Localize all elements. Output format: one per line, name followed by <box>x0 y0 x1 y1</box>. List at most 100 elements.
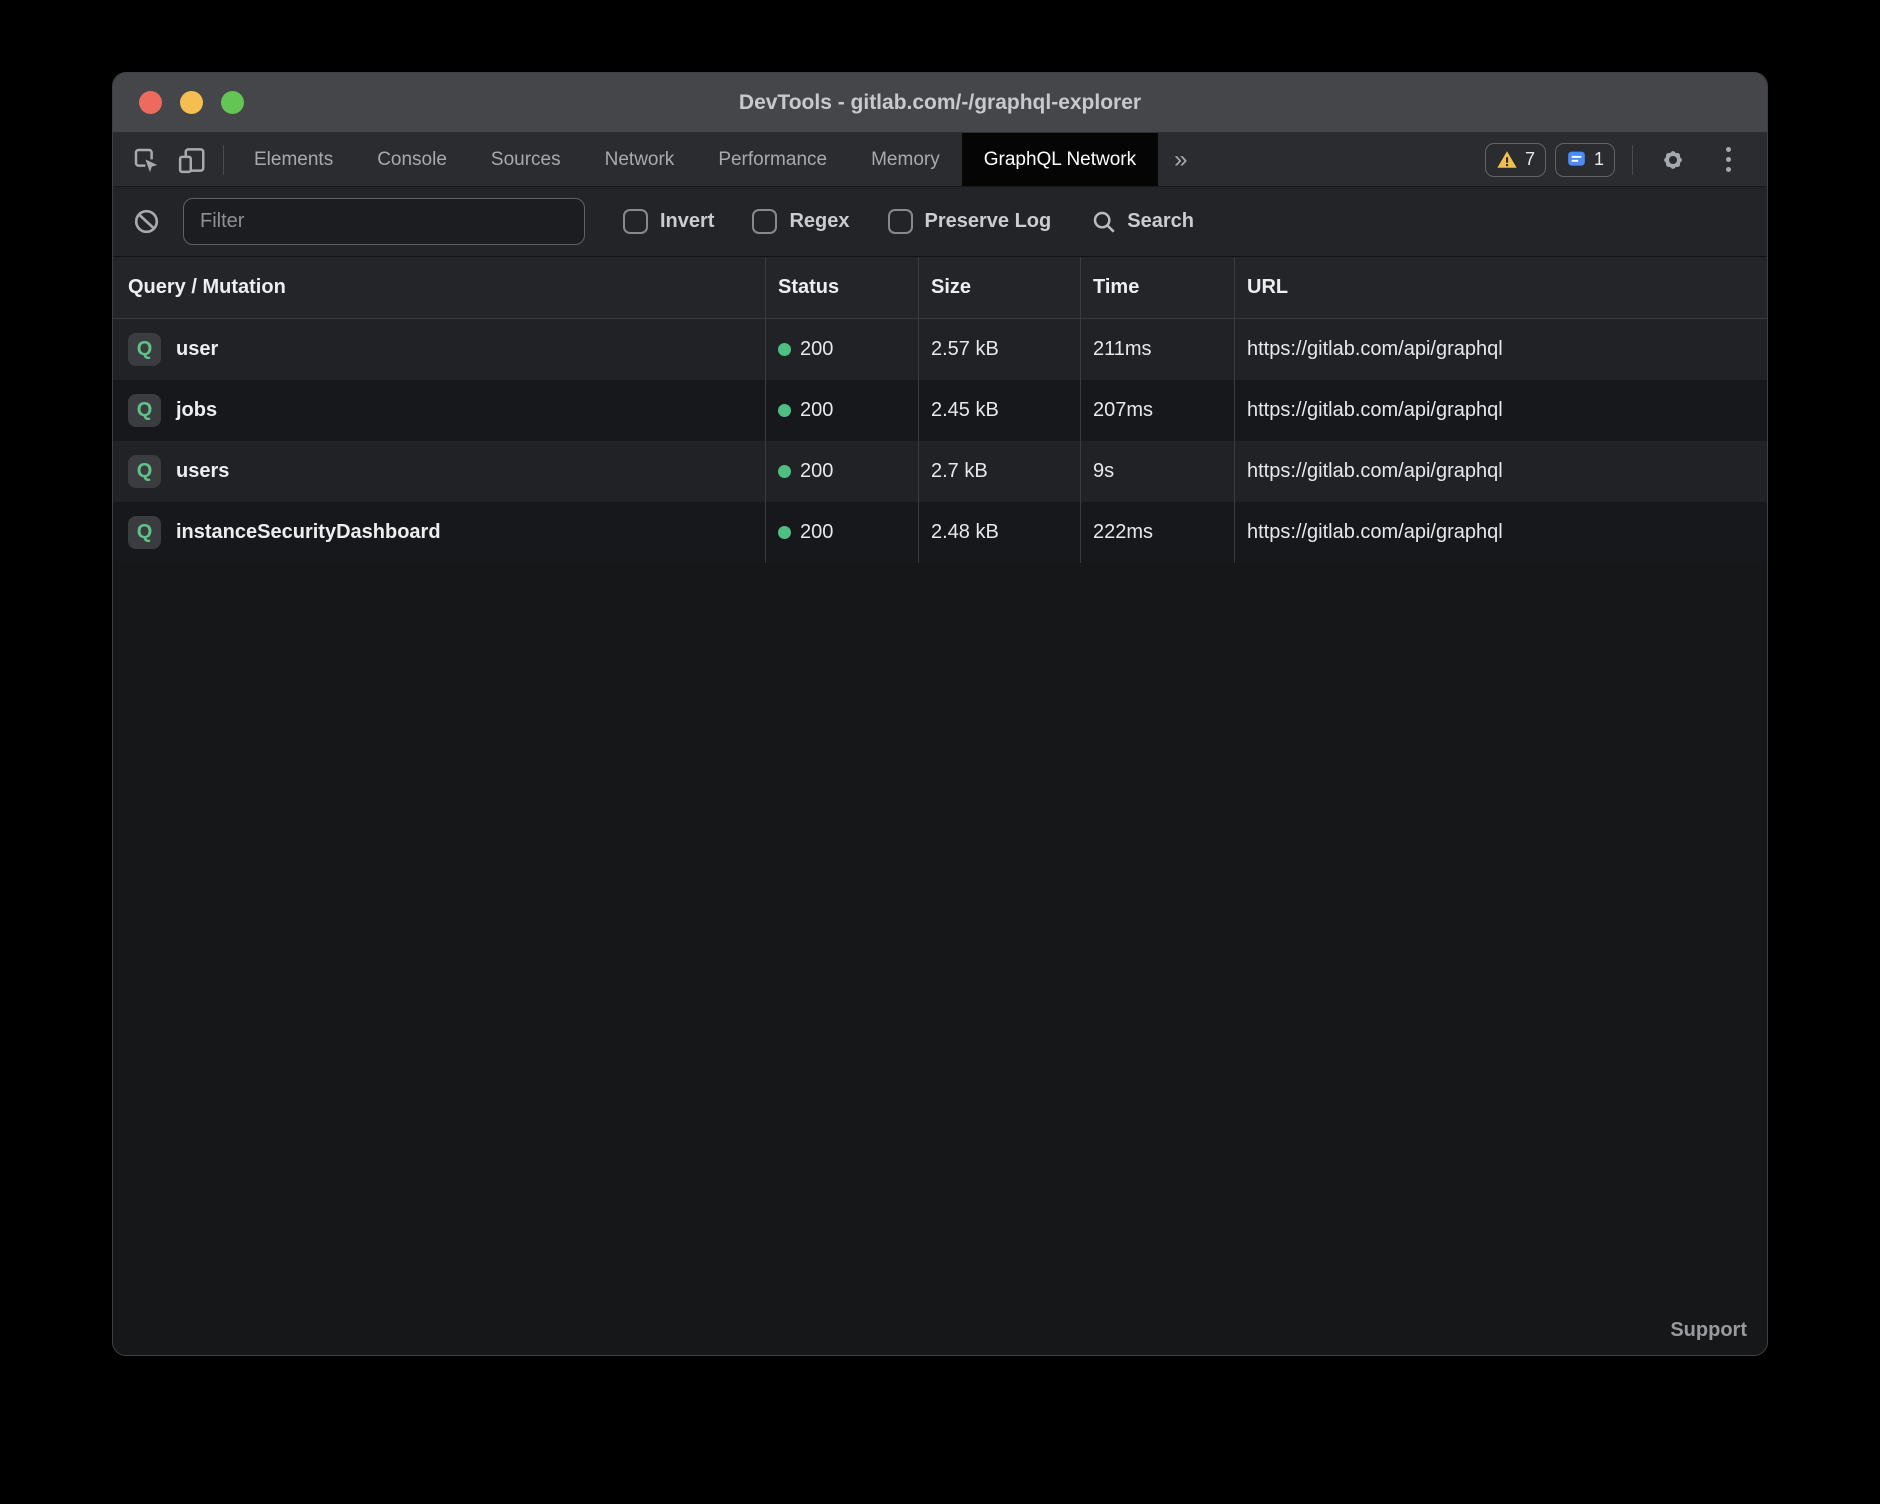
more-options-button[interactable] <box>1705 145 1751 175</box>
query-name: jobs <box>176 399 217 422</box>
device-toolbar-button[interactable] <box>169 133 215 186</box>
clear-requests-button[interactable] <box>123 207 169 236</box>
query-type-badge: Q <box>128 455 161 488</box>
time-cell: 9s <box>1081 441 1235 502</box>
inspect-cursor-icon <box>131 145 161 175</box>
zoom-button[interactable] <box>221 91 244 114</box>
url-text: https://gitlab.com/api/graphql <box>1247 460 1503 483</box>
url-cell: https://gitlab.com/api/graphql <box>1235 441 1767 502</box>
requests-table-body: Q user 200 2.57 kB 211ms https://gitlab.… <box>113 319 1767 563</box>
checkbox-box <box>623 209 648 234</box>
filter-checkbox[interactable]: Regex <box>752 209 849 234</box>
devtools-tab[interactable]: Sources <box>469 133 583 186</box>
url-cell: https://gitlab.com/api/graphql <box>1235 502 1767 563</box>
url-text: https://gitlab.com/api/graphql <box>1247 521 1503 544</box>
filter-input[interactable] <box>183 198 585 245</box>
time-cell: 211ms <box>1081 319 1235 380</box>
block-icon <box>132 207 161 236</box>
time-text: 207ms <box>1093 399 1153 422</box>
minimize-button[interactable] <box>180 91 203 114</box>
gear-icon <box>1658 145 1688 175</box>
status-cell: 200 <box>766 441 919 502</box>
close-button[interactable] <box>139 91 162 114</box>
search-icon <box>1091 209 1117 235</box>
filter-checkboxes: Invert Regex Preserve Log <box>585 209 1051 234</box>
tabbar-right-cluster: 7 1 <box>1485 133 1767 186</box>
filter-toolbar: Invert Regex Preserve Log Search <box>113 187 1767 257</box>
filter-checkbox[interactable]: Preserve Log <box>888 209 1052 234</box>
column-header[interactable]: Query / Mutation <box>113 257 766 318</box>
size-cell: 2.7 kB <box>919 441 1081 502</box>
time-cell: 222ms <box>1081 502 1235 563</box>
checkbox-box <box>752 209 777 234</box>
dot <box>1726 147 1731 152</box>
column-header[interactable]: URL <box>1235 257 1767 318</box>
warnings-button[interactable]: 7 <box>1485 143 1546 177</box>
table-row[interactable]: Q instanceSecurityDashboard 200 2.48 kB … <box>113 502 1767 563</box>
dot <box>1726 157 1731 162</box>
devtools-tab[interactable]: Console <box>355 133 469 186</box>
query-name: instanceSecurityDashboard <box>176 521 441 544</box>
devtools-tab[interactable]: Performance <box>696 133 849 186</box>
time-text: 9s <box>1093 460 1114 483</box>
table-header: Query / MutationStatusSizeTimeURL <box>113 257 1767 319</box>
query-name: users <box>176 460 229 483</box>
query-type-badge: Q <box>128 333 161 366</box>
status-text: 200 <box>800 521 833 544</box>
column-header[interactable]: Time <box>1081 257 1235 318</box>
issues-count: 1 <box>1594 149 1604 170</box>
query-cell: Q user <box>113 319 766 380</box>
query-name: user <box>176 338 218 361</box>
status-text: 200 <box>800 460 833 483</box>
inspect-element-button[interactable] <box>123 133 169 186</box>
more-tabs-button[interactable]: » <box>1158 133 1203 186</box>
status-text: 200 <box>800 338 833 361</box>
size-text: 2.57 kB <box>931 338 999 361</box>
table-row[interactable]: Q jobs 200 2.45 kB 207ms https://gitlab.… <box>113 380 1767 441</box>
url-text: https://gitlab.com/api/graphql <box>1247 338 1503 361</box>
search-label: Search <box>1127 210 1194 233</box>
time-text: 222ms <box>1093 521 1153 544</box>
query-type-badge: Q <box>128 516 161 549</box>
devtools-tab[interactable]: GraphQL Network <box>962 133 1158 186</box>
size-cell: 2.45 kB <box>919 380 1081 441</box>
support-link[interactable]: Support <box>1670 1319 1747 1342</box>
status-ok-dot <box>778 343 791 356</box>
message-icon <box>1566 149 1587 170</box>
checkbox-label: Preserve Log <box>925 210 1052 233</box>
toolbar-separator <box>223 145 224 175</box>
table-row[interactable]: Q users 200 2.7 kB 9s https://gitlab.com… <box>113 441 1767 502</box>
traffic-lights <box>113 91 244 114</box>
status-ok-dot <box>778 404 791 417</box>
devtools-tab[interactable]: Elements <box>232 133 355 186</box>
issues-button[interactable]: 1 <box>1555 143 1615 177</box>
column-header[interactable]: Status <box>766 257 919 318</box>
devtools-tab[interactable]: Memory <box>849 133 962 186</box>
size-cell: 2.57 kB <box>919 319 1081 380</box>
devtools-tabbar: ElementsConsoleSourcesNetworkPerformance… <box>113 133 1767 187</box>
status-text: 200 <box>800 399 833 422</box>
query-type-badge: Q <box>128 394 161 427</box>
cluster-separator <box>1632 145 1633 175</box>
filter-checkbox[interactable]: Invert <box>623 209 714 234</box>
device-toolbar-icon <box>177 145 207 175</box>
query-cell: Q jobs <box>113 380 766 441</box>
table-row[interactable]: Q user 200 2.57 kB 211ms https://gitlab.… <box>113 319 1767 380</box>
warning-triangle-icon <box>1496 149 1518 171</box>
window-title: DevTools - gitlab.com/-/graphql-explorer <box>113 91 1767 115</box>
column-header[interactable]: Size <box>919 257 1081 318</box>
warnings-count: 7 <box>1525 149 1535 170</box>
devtools-tab[interactable]: Network <box>583 133 697 186</box>
settings-button[interactable] <box>1650 145 1696 175</box>
dot <box>1726 167 1731 172</box>
status-ok-dot <box>778 465 791 478</box>
search-control[interactable]: Search <box>1091 209 1194 235</box>
query-cell: Q instanceSecurityDashboard <box>113 502 766 563</box>
devtools-window: DevTools - gitlab.com/-/graphql-explorer… <box>112 72 1768 1356</box>
query-cell: Q users <box>113 441 766 502</box>
url-cell: https://gitlab.com/api/graphql <box>1235 319 1767 380</box>
url-cell: https://gitlab.com/api/graphql <box>1235 380 1767 441</box>
status-cell: 200 <box>766 380 919 441</box>
status-ok-dot <box>778 526 791 539</box>
checkbox-box <box>888 209 913 234</box>
